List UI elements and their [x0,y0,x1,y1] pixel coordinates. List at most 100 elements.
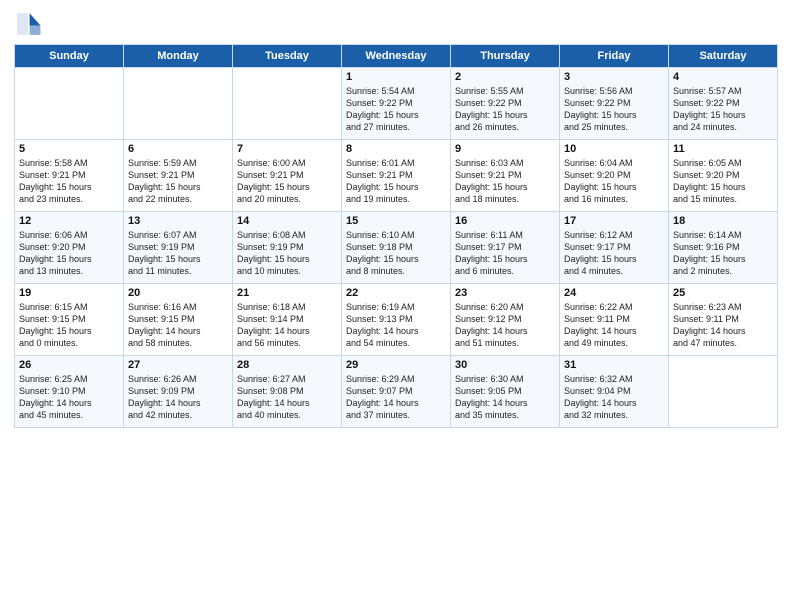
day-info: Sunrise: 6:11 AM Sunset: 9:17 PM Dayligh… [455,229,555,278]
day-info: Sunrise: 5:58 AM Sunset: 9:21 PM Dayligh… [19,157,119,206]
day-number: 27 [128,359,228,371]
day-info: Sunrise: 6:00 AM Sunset: 9:21 PM Dayligh… [237,157,337,206]
header [14,10,778,38]
day-info: Sunrise: 5:55 AM Sunset: 9:22 PM Dayligh… [455,85,555,134]
day-of-week-header: Friday [560,45,669,68]
calendar-day-cell: 31Sunrise: 6:32 AM Sunset: 9:04 PM Dayli… [560,356,669,428]
day-info: Sunrise: 6:03 AM Sunset: 9:21 PM Dayligh… [455,157,555,206]
day-number: 12 [19,215,119,227]
day-number: 24 [564,287,664,299]
day-number: 6 [128,143,228,155]
day-of-week-header: Sunday [15,45,124,68]
day-info: Sunrise: 6:29 AM Sunset: 9:07 PM Dayligh… [346,373,446,422]
day-info: Sunrise: 6:26 AM Sunset: 9:09 PM Dayligh… [128,373,228,422]
day-number: 28 [237,359,337,371]
calendar-day-cell [15,68,124,140]
day-number: 16 [455,215,555,227]
day-of-week-header: Saturday [669,45,778,68]
day-number: 21 [237,287,337,299]
day-info: Sunrise: 6:06 AM Sunset: 9:20 PM Dayligh… [19,229,119,278]
logo-icon [14,10,42,38]
day-number: 18 [673,215,773,227]
calendar-day-cell: 8 Sunrise: 6:01 AM Sunset: 9:21 PM Daylig… [342,140,451,212]
calendar-day-cell: 21 Sunrise: 6:18 AM Sunset: 9:14 PM Dayli… [233,284,342,356]
calendar-day-cell: 20 Sunrise: 6:16 AM Sunset: 9:15 PM Dayli… [124,284,233,356]
calendar-day-cell: 15Sunrise: 6:10 AM Sunset: 9:18 PM Dayli… [342,212,451,284]
calendar-day-cell: 18 Sunrise: 6:14 AM Sunset: 9:16 PM Dayli… [669,212,778,284]
logo [14,10,46,38]
day-number: 30 [455,359,555,371]
day-info: Sunrise: 6:04 AM Sunset: 9:20 PM Dayligh… [564,157,664,206]
calendar-week-row: 1 Sunrise: 5:54 AM Sunset: 9:22 PM Daylig… [15,68,778,140]
day-number: 13 [128,215,228,227]
day-number: 3 [564,71,664,83]
day-info: Sunrise: 6:08 AM Sunset: 9:19 PM Dayligh… [237,229,337,278]
day-info: Sunrise: 6:25 AM Sunset: 9:10 PM Dayligh… [19,373,119,422]
calendar-day-cell: 25 Sunrise: 6:23 AM Sunset: 9:11 PM Dayli… [669,284,778,356]
calendar-week-row: 19 Sunrise: 6:15 AM Sunset: 9:15 PM Dayli… [15,284,778,356]
day-number: 5 [19,143,119,155]
calendar-day-cell [233,68,342,140]
calendar-day-cell: 2 Sunrise: 5:55 AM Sunset: 9:22 PM Daylig… [451,68,560,140]
calendar-day-cell: 14 Sunrise: 6:08 AM Sunset: 9:19 PM Dayli… [233,212,342,284]
day-number: 26 [19,359,119,371]
day-info: Sunrise: 6:18 AM Sunset: 9:14 PM Dayligh… [237,301,337,350]
day-info: Sunrise: 6:30 AM Sunset: 9:05 PM Dayligh… [455,373,555,422]
day-info: Sunrise: 6:15 AM Sunset: 9:15 PM Dayligh… [19,301,119,350]
day-number: 22 [346,287,446,299]
calendar-day-cell [124,68,233,140]
day-number: 14 [237,215,337,227]
calendar-day-cell: 6 Sunrise: 5:59 AM Sunset: 9:21 PM Daylig… [124,140,233,212]
calendar-table: SundayMondayTuesdayWednesdayThursdayFrid… [14,44,778,428]
day-info: Sunrise: 6:10 AM Sunset: 9:18 PM Dayligh… [346,229,446,278]
calendar-day-cell: 11 Sunrise: 6:05 AM Sunset: 9:20 PM Dayli… [669,140,778,212]
calendar-day-cell: 26 Sunrise: 6:25 AM Sunset: 9:10 PM Dayli… [15,356,124,428]
day-info: Sunrise: 6:23 AM Sunset: 9:11 PM Dayligh… [673,301,773,350]
day-number: 25 [673,287,773,299]
calendar-day-cell: 12 Sunrise: 6:06 AM Sunset: 9:20 PM Dayli… [15,212,124,284]
calendar-day-cell: 7 Sunrise: 6:00 AM Sunset: 9:21 PM Daylig… [233,140,342,212]
day-info: Sunrise: 6:05 AM Sunset: 9:20 PM Dayligh… [673,157,773,206]
calendar-day-cell: 30 Sunrise: 6:30 AM Sunset: 9:05 PM Dayli… [451,356,560,428]
calendar-day-cell: 5 Sunrise: 5:58 AM Sunset: 9:21 PM Daylig… [15,140,124,212]
day-number: 19 [19,287,119,299]
calendar-day-cell: 27 Sunrise: 6:26 AM Sunset: 9:09 PM Dayli… [124,356,233,428]
day-number: 23 [455,287,555,299]
day-number: 2 [455,71,555,83]
day-number: 8 [346,143,446,155]
day-info: Sunrise: 6:22 AM Sunset: 9:11 PM Dayligh… [564,301,664,350]
day-info: Sunrise: 5:59 AM Sunset: 9:21 PM Dayligh… [128,157,228,206]
calendar-day-cell: 16 Sunrise: 6:11 AM Sunset: 9:17 PM Dayli… [451,212,560,284]
day-of-week-header: Tuesday [233,45,342,68]
calendar-day-cell: 17Sunrise: 6:12 AM Sunset: 9:17 PM Dayli… [560,212,669,284]
day-info: Sunrise: 6:01 AM Sunset: 9:21 PM Dayligh… [346,157,446,206]
day-number: 4 [673,71,773,83]
calendar-day-cell: 29 Sunrise: 6:29 AM Sunset: 9:07 PM Dayli… [342,356,451,428]
day-info: Sunrise: 6:14 AM Sunset: 9:16 PM Dayligh… [673,229,773,278]
day-number: 11 [673,143,773,155]
day-info: Sunrise: 6:12 AM Sunset: 9:17 PM Dayligh… [564,229,664,278]
day-number: 7 [237,143,337,155]
calendar-day-cell: 3 Sunrise: 5:56 AM Sunset: 9:22 PM Daylig… [560,68,669,140]
day-info: Sunrise: 5:54 AM Sunset: 9:22 PM Dayligh… [346,85,446,134]
day-info: Sunrise: 6:20 AM Sunset: 9:12 PM Dayligh… [455,301,555,350]
calendar-day-cell: 1 Sunrise: 5:54 AM Sunset: 9:22 PM Daylig… [342,68,451,140]
day-info: Sunrise: 6:07 AM Sunset: 9:19 PM Dayligh… [128,229,228,278]
calendar-day-cell: 13 Sunrise: 6:07 AM Sunset: 9:19 PM Dayli… [124,212,233,284]
day-number: 20 [128,287,228,299]
day-info: Sunrise: 5:56 AM Sunset: 9:22 PM Dayligh… [564,85,664,134]
day-info: Sunrise: 6:32 AM Sunset: 9:04 PM Dayligh… [564,373,664,422]
day-number: 29 [346,359,446,371]
day-info: Sunrise: 6:16 AM Sunset: 9:15 PM Dayligh… [128,301,228,350]
day-number: 10 [564,143,664,155]
day-number: 9 [455,143,555,155]
calendar-day-cell: 23 Sunrise: 6:20 AM Sunset: 9:12 PM Dayli… [451,284,560,356]
calendar-header: SundayMondayTuesdayWednesdayThursdayFrid… [15,45,778,68]
calendar-container: SundayMondayTuesdayWednesdayThursdayFrid… [0,0,792,612]
calendar-week-row: 12 Sunrise: 6:06 AM Sunset: 9:20 PM Dayli… [15,212,778,284]
day-info: Sunrise: 5:57 AM Sunset: 9:22 PM Dayligh… [673,85,773,134]
calendar-day-cell: 4 Sunrise: 5:57 AM Sunset: 9:22 PM Daylig… [669,68,778,140]
day-of-week-header: Thursday [451,45,560,68]
calendar-day-cell: 24 Sunrise: 6:22 AM Sunset: 9:11 PM Dayli… [560,284,669,356]
day-number: 1 [346,71,446,83]
